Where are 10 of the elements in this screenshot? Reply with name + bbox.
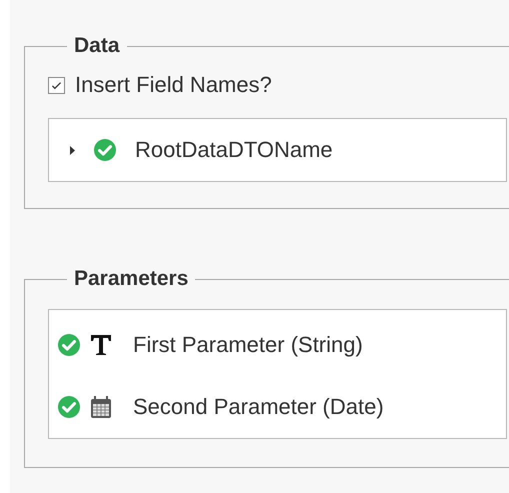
group-title: Parameters [73,267,190,291]
checkbox-label: Insert Field Names? [75,72,272,98]
text-type-icon [89,333,113,357]
group-title: Data [73,34,121,58]
expand-arrow-icon[interactable] [68,146,77,154]
checkbox[interactable] [48,76,65,94]
tree-item[interactable]: RootDataDTOName [135,137,333,163]
parameter-item[interactable]: First Parameter (String) [133,332,363,358]
parameter-item[interactable]: Second Parameter (Date) [133,394,384,420]
calendar-icon [89,395,113,419]
